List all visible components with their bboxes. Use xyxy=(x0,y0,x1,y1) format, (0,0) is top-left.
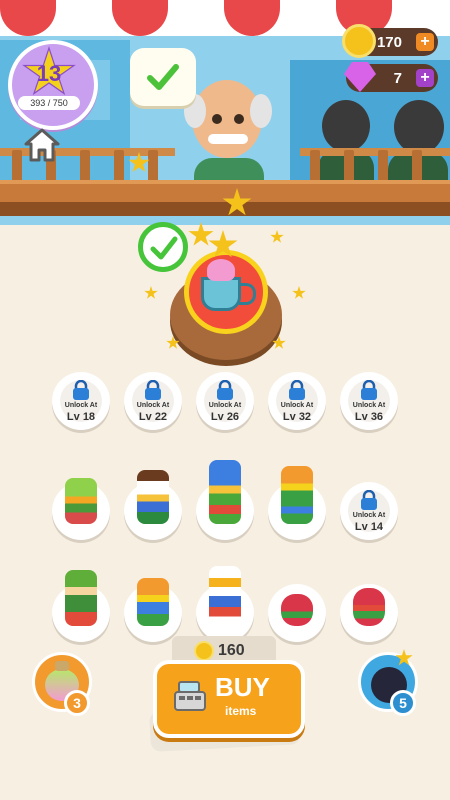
food-slot[interactable] xyxy=(196,566,254,642)
order-complete-badge xyxy=(138,222,188,272)
star-icon xyxy=(188,222,214,246)
mug-handle xyxy=(239,283,256,305)
home-icon[interactable] xyxy=(22,126,62,164)
coin-count: 170 xyxy=(376,33,402,51)
locked-slot[interactable]: Unlock At Lv 26 xyxy=(196,372,254,430)
add-coins-button[interactable]: + xyxy=(416,33,434,51)
rail-beam xyxy=(300,148,450,156)
kiwi-stack-icon xyxy=(65,570,97,626)
food-slot[interactable] xyxy=(52,478,110,540)
star-icon xyxy=(272,336,286,349)
food-slot[interactable] xyxy=(124,578,182,642)
order-slot[interactable] xyxy=(184,250,268,334)
locked-slot[interactable]: Unlock At Lv 14 xyxy=(340,482,398,540)
locked-slot[interactable]: Unlock At Lv 18 xyxy=(52,372,110,430)
egg-stack-icon xyxy=(209,566,241,626)
lock-icon xyxy=(145,380,161,400)
star-icon xyxy=(270,230,284,243)
lock-icon xyxy=(361,380,377,400)
customer-grandpa[interactable] xyxy=(184,80,274,190)
food-slot[interactable] xyxy=(52,570,110,642)
orange-slice-stack-small-icon xyxy=(137,578,169,626)
lock-icon xyxy=(361,490,377,510)
add-gems-button[interactable]: + xyxy=(416,69,434,87)
lock-icon xyxy=(289,380,305,400)
cash-register-icon xyxy=(174,681,206,711)
level-number: 13 xyxy=(36,61,62,86)
buy-items-button[interactable]: BUY items xyxy=(153,660,305,738)
potion-count-badge: 3 xyxy=(64,690,90,716)
locked-slot[interactable]: Unlock At Lv 36 xyxy=(340,372,398,430)
coin-icon xyxy=(342,24,376,58)
food-slot[interactable] xyxy=(196,460,254,540)
food-slot[interactable] xyxy=(268,466,326,540)
star-icon xyxy=(144,286,158,299)
star-icon xyxy=(292,286,306,299)
locked-slot[interactable]: Unlock At Lv 22 xyxy=(124,372,182,430)
spark-icon xyxy=(395,649,413,666)
buy-sub-label: items xyxy=(225,704,257,718)
food-slot[interactable] xyxy=(124,470,182,540)
xp-progress: 393 / 750 xyxy=(18,96,80,110)
buy-price: 160 xyxy=(218,642,245,659)
gem-count: 7 xyxy=(393,69,402,87)
buy-label: BUY xyxy=(215,672,270,702)
coin-icon xyxy=(194,641,214,661)
mug xyxy=(201,277,241,311)
lock-icon xyxy=(217,380,233,400)
lock-icon xyxy=(73,380,89,400)
player-level-badge[interactable]: 13 393 / 750 xyxy=(8,40,98,130)
food-slot[interactable] xyxy=(340,584,398,642)
order-speech-bubble xyxy=(130,48,196,106)
steak-plate-icon xyxy=(281,594,313,626)
cupcake-mug-icon xyxy=(207,259,235,281)
counter-rail-shadow xyxy=(0,202,450,216)
coconut-stack-icon xyxy=(137,470,169,524)
blue-flower-stack-icon xyxy=(209,460,241,524)
food-slot[interactable] xyxy=(268,584,326,642)
bomb-count-badge: 5 xyxy=(390,690,416,716)
check-icon xyxy=(147,64,179,90)
locked-slot[interactable]: Unlock At Lv 32 xyxy=(268,372,326,430)
steak-plate-2-icon xyxy=(353,588,385,626)
check-icon xyxy=(150,236,178,260)
orange-slice-stack-icon xyxy=(281,466,313,524)
green-fruit-stack-icon xyxy=(65,478,97,524)
